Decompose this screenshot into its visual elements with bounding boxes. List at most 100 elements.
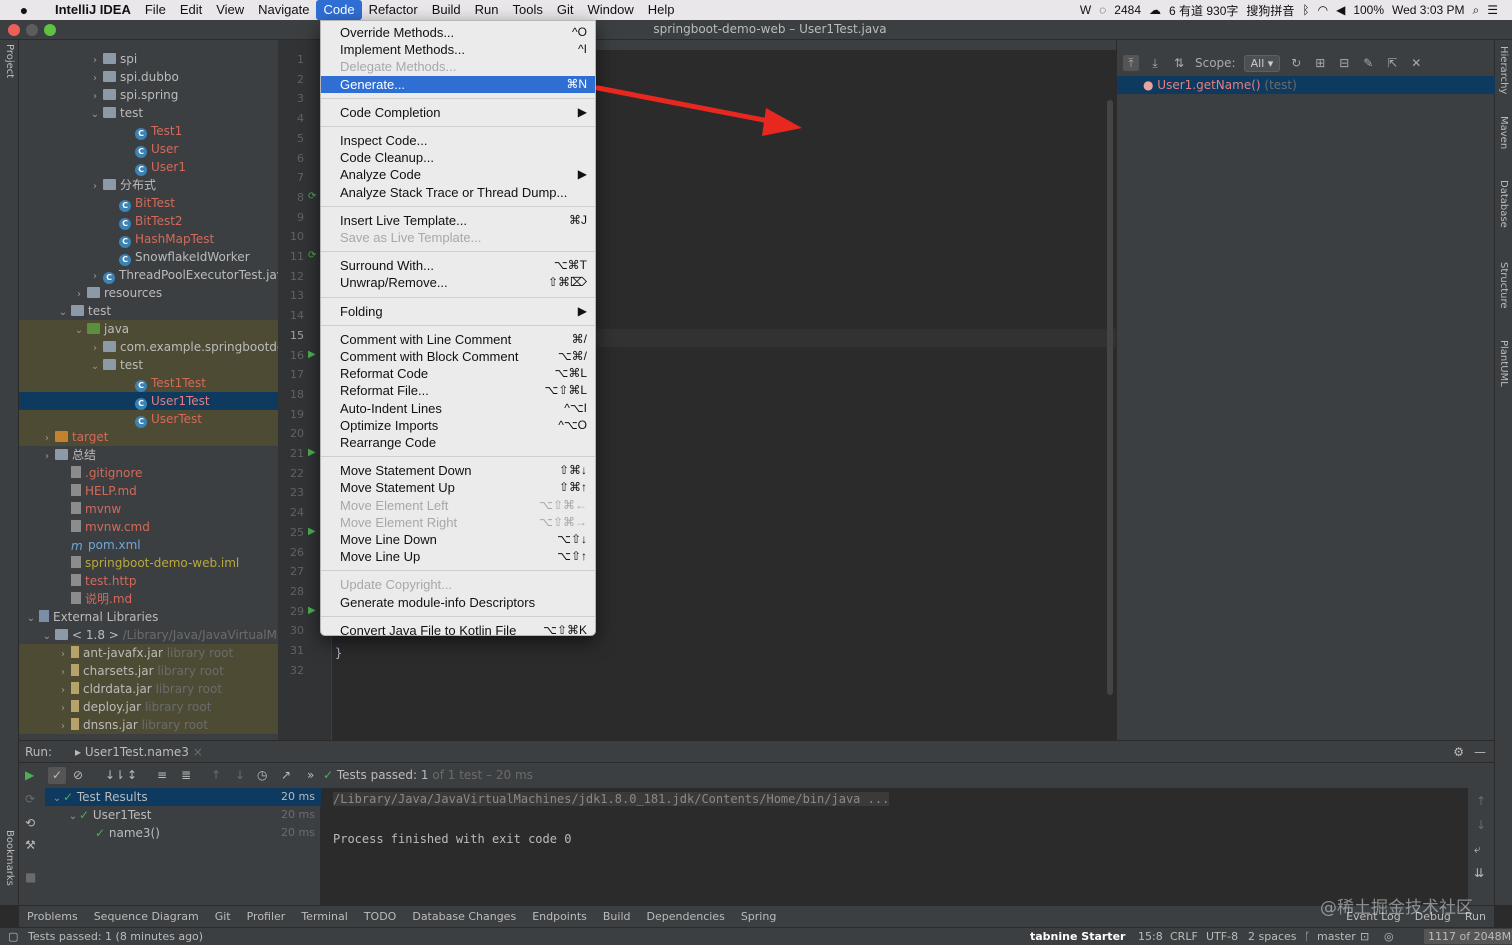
editor-scrollbar[interactable] (1107, 100, 1113, 695)
chat-icon[interactable]: ◌ (1099, 3, 1106, 17)
expand-all-icon[interactable]: ⊞ (1312, 55, 1328, 71)
tree-item[interactable]: HELP.md (19, 482, 278, 500)
menu-item-implement-methods[interactable]: Implement Methods... ^I (321, 41, 595, 58)
tool-tab-spring[interactable]: Spring (741, 906, 777, 927)
menu-navigate[interactable]: Navigate (251, 0, 316, 20)
menu-item-move-statement-up[interactable]: Move Statement Up ⇧⌘↑ (321, 479, 595, 496)
tree-item[interactable]: C SnowflakeIdWorker (19, 248, 278, 266)
tree-item[interactable]: › 分布式 (19, 176, 278, 194)
tree-item[interactable]: › spi.spring (19, 86, 278, 104)
battery-status[interactable]: 100% (1353, 3, 1384, 17)
tree-item[interactable]: › ant-javafx.jar library root (19, 644, 278, 662)
menu-item-rearrange-code[interactable]: Rearrange Code (321, 434, 595, 451)
youdao-status[interactable]: 6 有道 930字 (1169, 2, 1238, 19)
menu-code[interactable]: Code (316, 0, 362, 20)
menu-item-reformat-file[interactable]: Reformat File... ⌥⇧⌘L (321, 382, 595, 399)
sort-alpha-icon[interactable]: ↓⇂ (105, 763, 125, 788)
tree-item[interactable]: springboot-demo-web.iml (19, 554, 278, 572)
minimize-panel-icon[interactable]: — (1474, 741, 1486, 763)
menu-item-inspect-code[interactable]: Inspect Code... (321, 132, 595, 149)
tree-item[interactable]: C HashMapTest (19, 230, 278, 248)
tool-tab-sequence-diagram[interactable]: Sequence Diagram (94, 906, 199, 927)
tree-item[interactable]: › spi (19, 50, 278, 68)
caller-hierarchy-icon[interactable]: ⤓ (1147, 55, 1163, 71)
menu-item-auto-indent-lines[interactable]: Auto-Indent Lines ^⌥I (321, 400, 595, 417)
menu-item-comment-with-block-comment[interactable]: Comment with Block Comment ⌥⌘/ (321, 348, 595, 365)
tree-item[interactable]: ›com.example.springbootdemo (19, 338, 278, 356)
zoom-window-icon[interactable] (44, 24, 56, 36)
tree-item[interactable]: C Test1 (19, 122, 278, 140)
run-console[interactable]: /Library/Java/JavaVirtualMachines/jdk1.8… (321, 788, 1468, 905)
run-test-icon[interactable]: ▶ (308, 349, 316, 360)
export-icon[interactable]: ⇱ (1384, 55, 1400, 71)
menu-item-analyze-code[interactable]: Analyze Code ▶ (321, 166, 595, 183)
lock-icon[interactable]: ⊡ (1360, 928, 1369, 945)
menu-item-surround-with[interactable]: Surround With... ⌥⌘T (321, 257, 595, 274)
apple-icon[interactable]: ● (0, 2, 48, 18)
menu-file[interactable]: File (138, 0, 173, 20)
rerun-failed-icon[interactable]: ⟲ (25, 816, 35, 830)
tray-count[interactable]: 2484 (1114, 3, 1141, 17)
run-gutter-icon[interactable]: ⟳ (308, 250, 316, 261)
menu-item-move-statement-down[interactable]: Move Statement Down ⇧⌘↓ (321, 462, 595, 479)
menu-item-convert-java-file-to-kotlin-file[interactable]: Convert Java File to Kotlin File ⌥⇧⌘K (321, 622, 595, 635)
tree-item[interactable]: C User1Test (19, 392, 278, 410)
tree-item[interactable]: › deploy.jar library root (19, 698, 278, 716)
debug-icon[interactable]: ⟳ (25, 792, 35, 806)
tree-item[interactable]: ⌄ java (19, 320, 278, 338)
menu-item-unwrap-remove[interactable]: Unwrap/Remove... ⇧⌘⌦ (321, 274, 595, 291)
status-message[interactable]: Tests passed: 1 (8 minutes ago) (28, 928, 203, 945)
control-center-icon[interactable]: ☰ (1487, 3, 1498, 17)
tree-item[interactable]: mvnw (19, 500, 278, 518)
tree-item[interactable]: ⌄ test (19, 302, 278, 320)
tool-tab-database[interactable]: Database (1498, 180, 1509, 228)
menu-item-folding[interactable]: Folding ▶ (321, 303, 595, 320)
tool-tab-endpoints[interactable]: Endpoints (532, 906, 587, 927)
expand-tests-icon[interactable]: ≡ (157, 763, 167, 788)
clock[interactable]: Wed 3:03 PM (1392, 3, 1464, 17)
menu-item-reformat-code[interactable]: Reformat Code ⌥⌘L (321, 365, 595, 382)
menu-tools[interactable]: Tools (505, 0, 549, 20)
close-icon[interactable]: ✕ (1408, 55, 1424, 71)
bookmarks-tool-tab[interactable]: Bookmarks (4, 830, 15, 886)
menu-help[interactable]: Help (641, 0, 682, 20)
menu-item-optimize-imports[interactable]: Optimize Imports ^⌥O (321, 417, 595, 434)
minimize-window-icon[interactable] (26, 24, 38, 36)
tree-item[interactable]: › spi.dubbo (19, 68, 278, 86)
tool-tab-build[interactable]: Build (603, 906, 631, 927)
run-test-icon[interactable]: ▶ (308, 605, 316, 616)
cloud-icon[interactable]: ☁ (1149, 3, 1161, 17)
sort-icon[interactable]: ⇅ (1171, 55, 1187, 71)
tree-item[interactable]: › target (19, 428, 278, 446)
test-result-row[interactable]: ⌄ ✓ User1Test 20 ms (45, 806, 321, 824)
tree-item[interactable]: C BitTest2 (19, 212, 278, 230)
app-menu[interactable]: IntelliJ IDEA (48, 0, 138, 20)
scope-select[interactable]: All ▾ (1243, 54, 1281, 72)
git-branch[interactable]: master (1317, 928, 1356, 945)
tree-item[interactable]: C BitTest (19, 194, 278, 212)
tree-item[interactable]: › dnsns.jar library root (19, 716, 278, 734)
test-history-icon[interactable]: ◷ (257, 763, 267, 788)
tree-item[interactable]: ⌄ test (19, 104, 278, 122)
pin-icon[interactable]: ✎ (1360, 55, 1376, 71)
tree-item[interactable]: C Test1Test (19, 374, 278, 392)
tool-tab-git[interactable]: Git (215, 906, 231, 927)
menu-item-insert-live-template[interactable]: Insert Live Template... ⌘J (321, 212, 595, 229)
settings-icon[interactable]: ⚙ (1453, 741, 1464, 763)
tree-item[interactable]: › charsets.jar library root (19, 662, 278, 680)
rerun-icon[interactable]: ▶ (25, 763, 34, 788)
callee-hierarchy-icon[interactable]: ⤒ (1123, 55, 1139, 71)
tree-item[interactable]: › resources (19, 284, 278, 302)
tree-item[interactable]: › C ThreadPoolExecutorTest.java (19, 266, 278, 284)
show-ignored-icon[interactable]: ⊘ (73, 763, 83, 788)
tool-tab-dependencies[interactable]: Dependencies (647, 906, 725, 927)
hierarchy-row[interactable]: ● User1.getName() (test) (1117, 76, 1495, 94)
export-results-icon[interactable]: ↗ (281, 763, 291, 788)
run-test-icon[interactable]: ▶ (308, 526, 316, 537)
wifi-icon[interactable]: ◠ (1318, 3, 1328, 17)
menu-item-move-line-up[interactable]: Move Line Up ⌥⇧↑ (321, 548, 595, 565)
close-window-icon[interactable] (8, 24, 20, 36)
run-config-tab[interactable]: ▸ User1Test.name3 × (69, 741, 209, 765)
tree-item[interactable]: ⌄ test (19, 356, 278, 374)
menu-item-generate-module-info-descriptors[interactable]: Generate module-info Descriptors (321, 594, 595, 611)
